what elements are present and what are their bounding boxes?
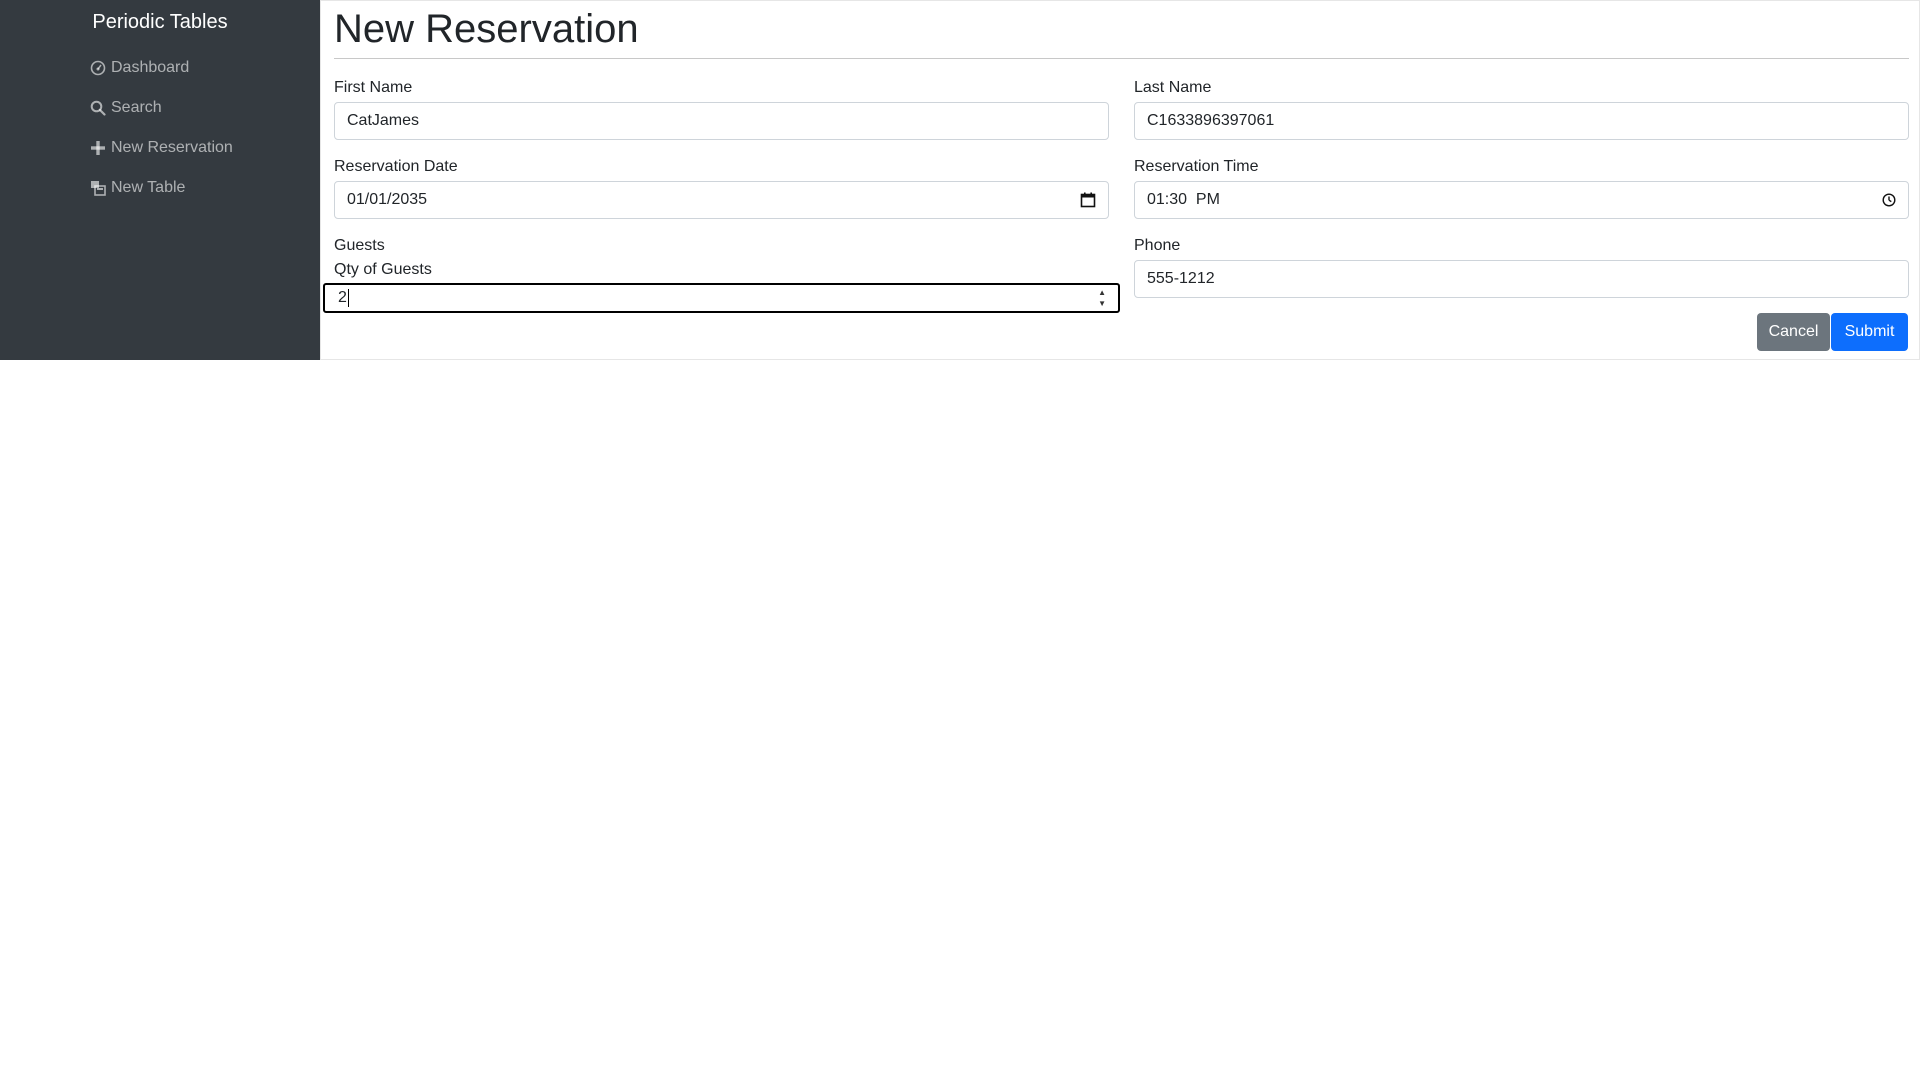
phone-group: Phone 555-1212 [1134,236,1909,298]
app-root: Periodic Tables Dashboard Search New Res… [0,0,1920,1080]
cancel-button[interactable]: Cancel [1757,313,1830,351]
search-icon [89,99,107,117]
page-title: New Reservation [334,7,639,51]
sidebar-item-new-table[interactable]: New Table [89,168,233,208]
brand-title[interactable]: Periodic Tables [0,8,320,36]
phone-input[interactable]: 555-1212 [1134,260,1909,298]
last-name-value: C1633896397061 [1147,112,1275,129]
first-name-group: First Name CatJames [334,78,1109,140]
guests-group: Guests Qty of Guests 2 ▲ ▼ [323,236,1120,313]
guests-stepper[interactable]: ▲ ▼ [1098,288,1106,308]
clock-icon[interactable] [1882,193,1896,207]
reservation-time-input[interactable]: 01:30 PM [1134,181,1909,219]
guests-label: Guests [334,237,385,254]
sidebar-item-label: Search [111,99,162,116]
title-divider [334,58,1909,59]
reservation-time-label: Reservation Time [1134,158,1259,175]
reservation-date-input[interactable]: 01/01/2035 [334,181,1109,219]
phone-value: 555-1212 [1147,270,1215,287]
table-icon [89,179,107,197]
sidebar-nav: Dashboard Search New Reservation New Tab… [89,48,233,208]
text-caret [347,288,349,307]
reservation-date-label: Reservation Date [334,158,458,175]
guests-input[interactable]: 2 ▲ ▼ [323,283,1120,313]
first-name-input[interactable]: CatJames [334,102,1109,140]
sidebar: Periodic Tables Dashboard Search New Res… [0,0,320,360]
main-content: New Reservation First Name CatJames Last… [320,0,1920,360]
stepper-down-icon[interactable]: ▼ [1098,299,1106,308]
sidebar-item-dashboard[interactable]: Dashboard [89,48,233,88]
sidebar-item-new-reservation[interactable]: New Reservation [89,128,233,168]
qty-guests-label: Qty of Guests [334,261,432,278]
reservation-date-group: Reservation Date 01/01/2035 [334,157,1109,219]
stepper-up-icon[interactable]: ▲ [1098,288,1106,297]
reservation-time-value: 01:30 PM [1147,191,1220,208]
phone-label: Phone [1134,237,1181,254]
sidebar-item-label: New Table [111,179,186,196]
sidebar-item-label: New Reservation [111,139,233,156]
last-name-label: Last Name [1134,79,1212,96]
reservation-date-value: 01/01/2035 [347,191,428,208]
sidebar-item-label: Dashboard [111,59,190,76]
first-name-value: CatJames [347,112,420,129]
plus-icon [89,139,107,157]
last-name-group: Last Name C1633896397061 [1134,78,1909,140]
last-name-input[interactable]: C1633896397061 [1134,102,1909,140]
submit-button[interactable]: Submit [1831,313,1908,351]
guests-value: 2 [338,289,347,307]
reservation-time-group: Reservation Time 01:30 PM [1134,157,1909,219]
sidebar-item-search[interactable]: Search [89,88,233,128]
first-name-label: First Name [334,79,413,96]
guests-value-wrap: 2 [338,288,349,307]
dashboard-icon [89,59,107,77]
calendar-icon[interactable] [1080,192,1096,208]
